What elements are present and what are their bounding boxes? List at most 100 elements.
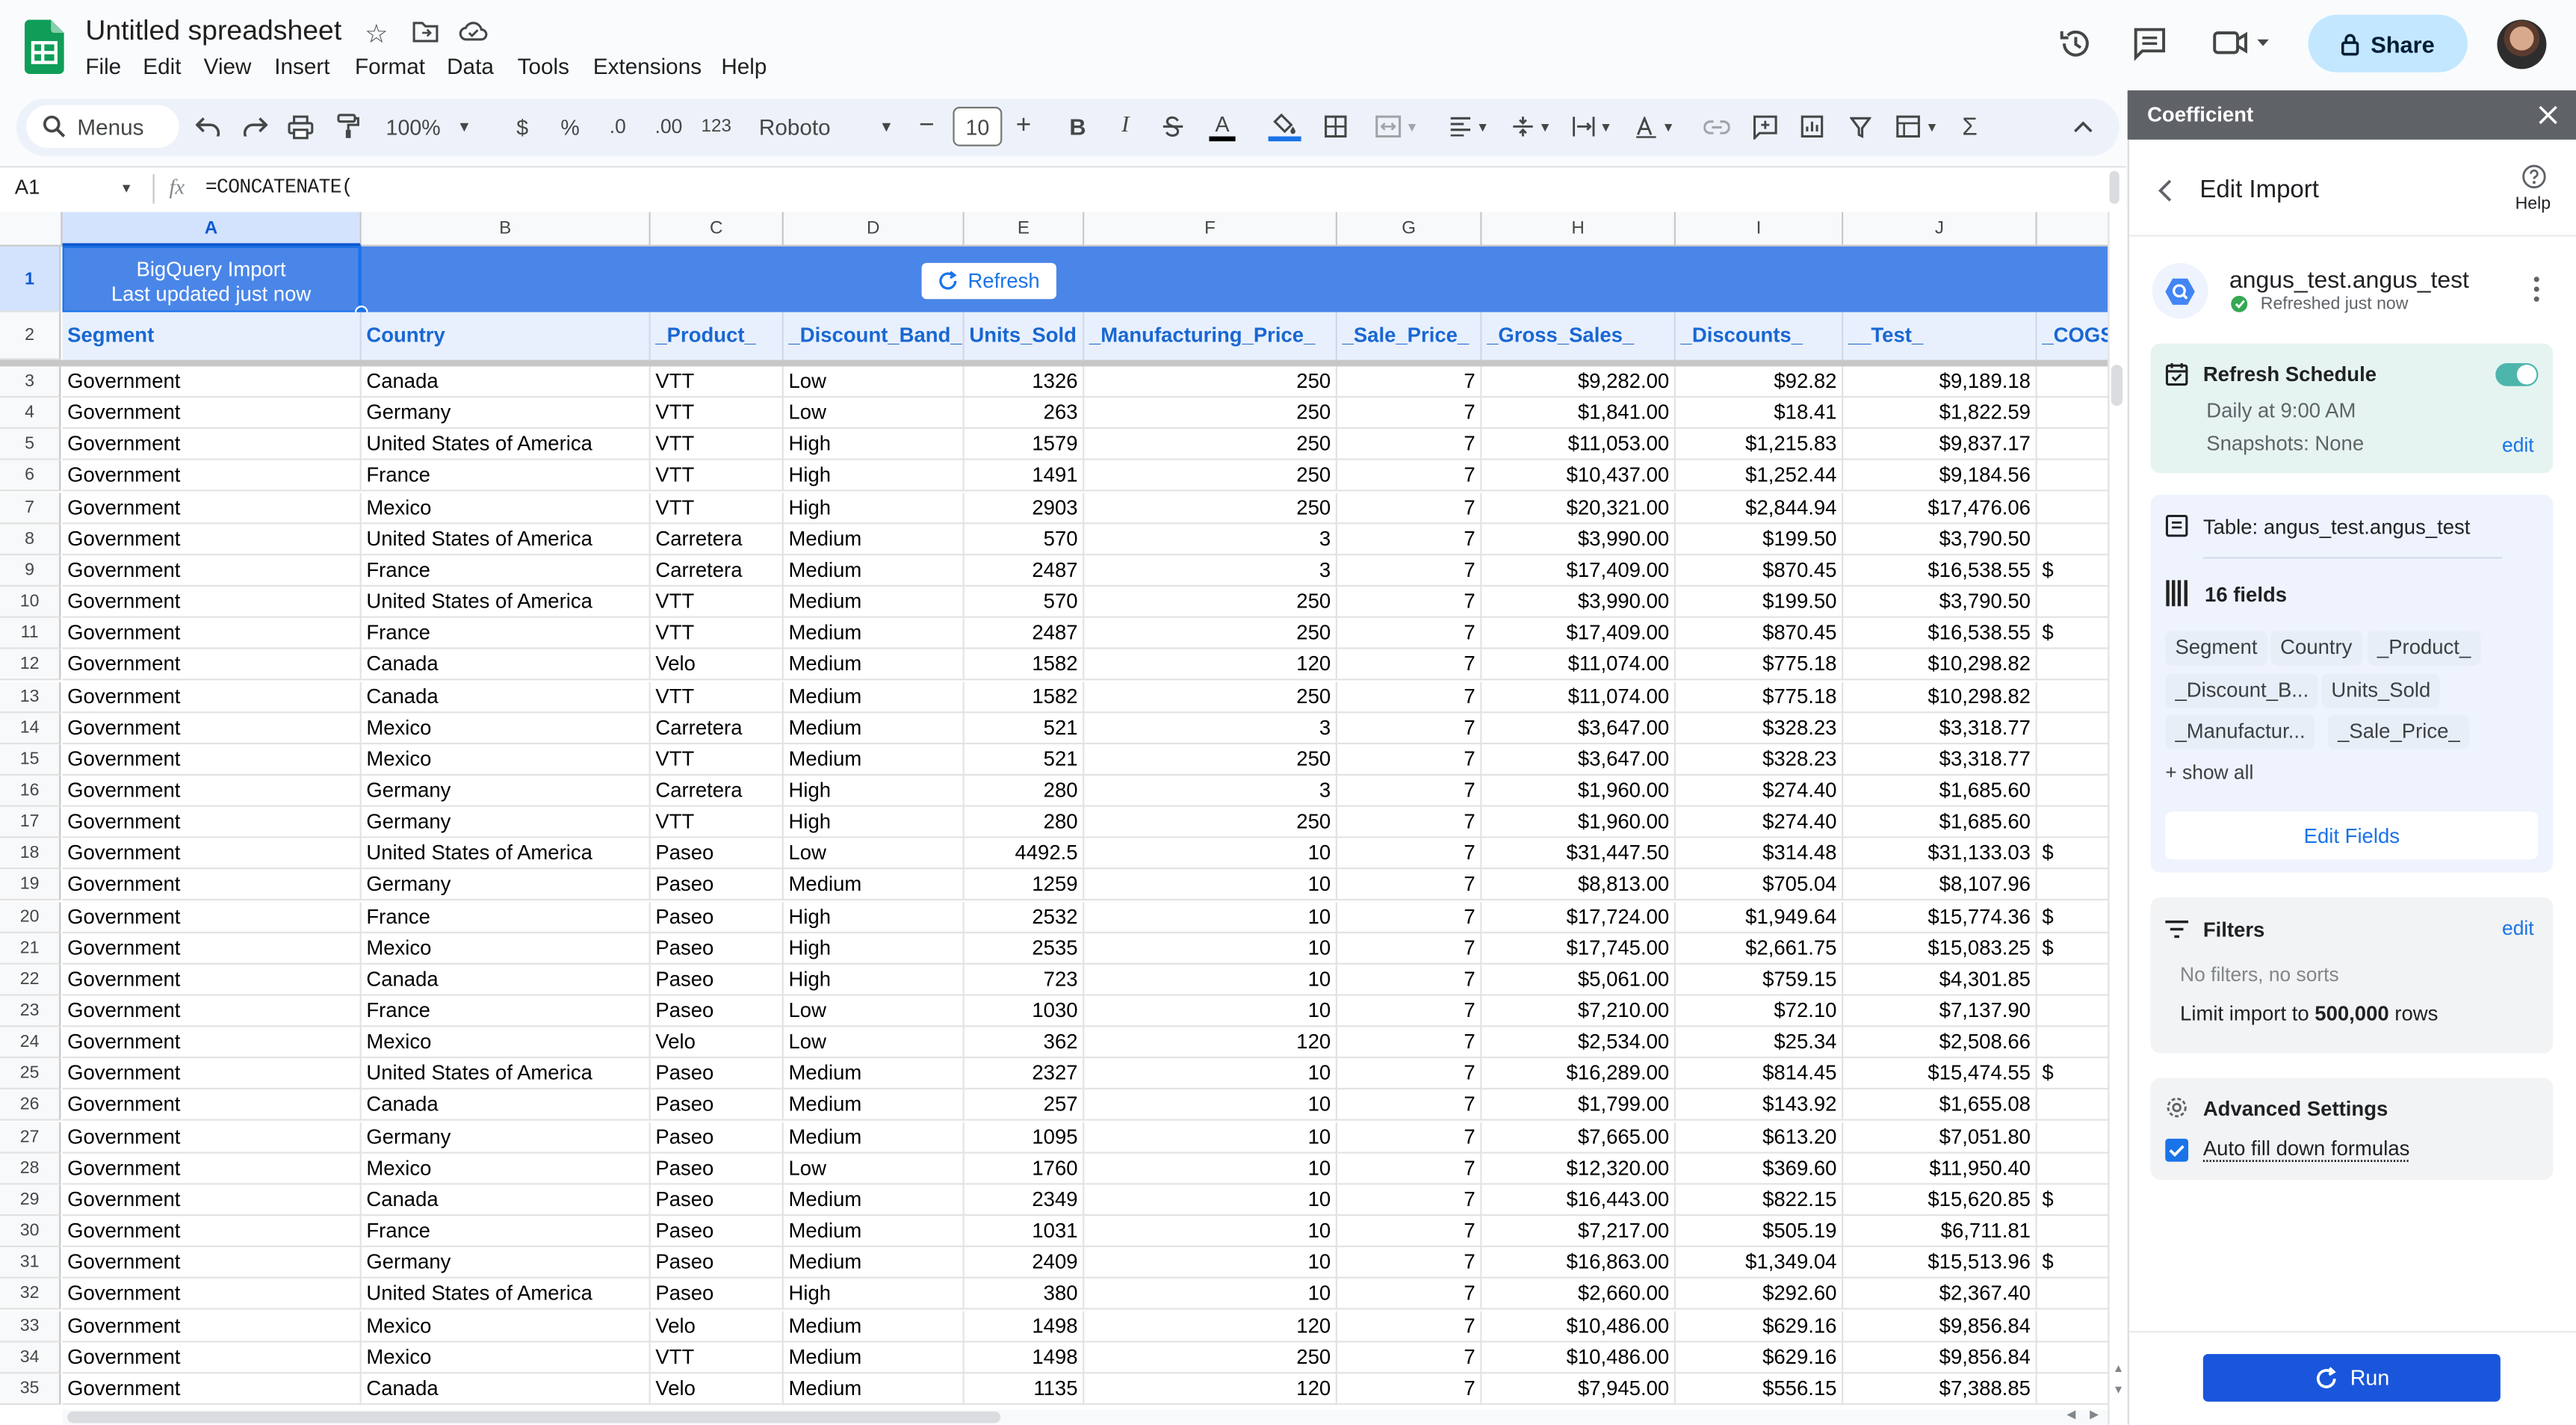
table-cell[interactable]: 723 xyxy=(964,964,1085,996)
table-cell[interactable]: $12,320.00 xyxy=(1481,1153,1676,1184)
table-cell[interactable]: $17,409.00 xyxy=(1481,555,1676,587)
table-cell[interactable]: Mexico xyxy=(361,744,651,776)
table-cell[interactable]: $10,486.00 xyxy=(1481,1341,1676,1373)
table-cell[interactable] xyxy=(2037,1027,2108,1059)
frozen-row-divider[interactable] xyxy=(0,359,2108,367)
table-cell[interactable]: Mexico xyxy=(361,1027,651,1059)
column-header[interactable]: H xyxy=(1481,211,1676,247)
filter-icon[interactable] xyxy=(1845,105,1874,148)
table-cell[interactable]: 1760 xyxy=(964,1153,1085,1184)
table-cell[interactable]: 1031 xyxy=(964,1216,1085,1248)
table-cell[interactable]: France xyxy=(361,460,651,492)
row-header[interactable]: 1 xyxy=(0,246,61,312)
table-cell[interactable]: Paseo xyxy=(650,1058,784,1090)
table-cell[interactable]: Medium xyxy=(783,1373,965,1405)
table-cell[interactable]: High xyxy=(783,429,965,461)
table-cell[interactable]: $759.15 xyxy=(1675,964,1844,996)
table-cell[interactable]: $ xyxy=(2037,555,2108,587)
table-cell[interactable]: $2,661.75 xyxy=(1675,933,1844,965)
table-cell[interactable]: 7 xyxy=(1337,1153,1482,1184)
redo-icon[interactable] xyxy=(238,105,271,148)
column-header[interactable] xyxy=(2037,211,2108,247)
more-options-icon[interactable] xyxy=(2533,276,2540,302)
table-cell[interactable]: VTT xyxy=(650,398,784,430)
table-cell[interactable]: $870.45 xyxy=(1675,618,1844,650)
table-cell[interactable]: Low xyxy=(783,1153,965,1184)
table-cell[interactable]: $6,711.81 xyxy=(1843,1216,2037,1248)
table-cell[interactable]: Paseo xyxy=(650,901,784,933)
table-cell[interactable]: High xyxy=(783,964,965,996)
table-cell[interactable] xyxy=(2037,996,2108,1027)
borders-icon[interactable] xyxy=(1321,105,1351,148)
table-cell[interactable]: Government xyxy=(62,806,362,838)
table-cell[interactable]: $369.60 xyxy=(1675,1153,1844,1184)
table-cell[interactable]: 120 xyxy=(1084,1027,1337,1059)
table-cell[interactable]: 250 xyxy=(1084,618,1337,650)
formula-input[interactable]: =CONCATENATE( xyxy=(205,176,353,199)
table-cell[interactable] xyxy=(2037,366,2108,398)
table-cell[interactable]: $5,061.00 xyxy=(1481,964,1676,996)
table-cell[interactable]: $775.18 xyxy=(1675,649,1844,681)
table-cell[interactable]: 570 xyxy=(964,587,1085,618)
table-cell[interactable]: Germany xyxy=(361,1247,651,1279)
table-cell[interactable]: Government xyxy=(62,1184,362,1217)
table-cell[interactable]: $1,655.08 xyxy=(1843,1089,2037,1122)
table-cell[interactable]: Paseo xyxy=(650,1153,784,1184)
meet-video-icon[interactable] xyxy=(2213,30,2272,56)
table-cell[interactable] xyxy=(2037,713,2108,744)
table-cell[interactable]: 250 xyxy=(1084,1341,1337,1373)
table-cell[interactable]: $8,107.96 xyxy=(1843,870,2037,901)
table-cell[interactable]: $16,538.55 xyxy=(1843,555,2037,587)
table-cell[interactable]: High xyxy=(783,492,965,524)
table-cell[interactable]: France xyxy=(361,1216,651,1248)
table-cell[interactable]: 257 xyxy=(964,1089,1085,1122)
table-cell[interactable]: $2,534.00 xyxy=(1481,1027,1676,1059)
table-cell[interactable] xyxy=(2037,1342,2108,1373)
table-cell[interactable]: 7 xyxy=(1337,901,1482,933)
table-cell[interactable]: 10 xyxy=(1084,1089,1337,1122)
table-cell[interactable]: $20,321.00 xyxy=(1481,492,1676,524)
table-cell[interactable]: $8,813.00 xyxy=(1481,870,1676,901)
table-cell[interactable]: $629.16 xyxy=(1675,1310,1844,1342)
table-cell[interactable]: 2535 xyxy=(964,933,1085,965)
table-cell[interactable]: High xyxy=(783,775,965,807)
field-chip[interactable]: Segment xyxy=(2165,631,2267,666)
table-cell[interactable]: Low xyxy=(783,1027,965,1059)
scroll-left-arrow-icon[interactable]: ◀ xyxy=(2066,1409,2075,1421)
table-cell[interactable]: 7 xyxy=(1337,806,1482,838)
scroll-up-arrow-icon[interactable]: ▲ xyxy=(2113,1364,2124,1375)
table-cell[interactable]: $7,051.80 xyxy=(1843,1122,2037,1153)
table-cell[interactable]: 2409 xyxy=(964,1247,1085,1279)
table-cell[interactable]: 10 xyxy=(1084,1058,1337,1090)
table-cell[interactable]: 1582 xyxy=(964,681,1085,713)
collapse-menus-icon[interactable] xyxy=(2069,105,2099,148)
print-icon[interactable] xyxy=(284,105,317,148)
table-cell[interactable]: Canada xyxy=(361,366,651,398)
table-cell[interactable]: 10 xyxy=(1084,870,1337,901)
table-cell[interactable] xyxy=(2037,870,2108,901)
table-cell[interactable]: $ xyxy=(2037,1247,2108,1279)
table-cell[interactable]: 1498 xyxy=(964,1310,1085,1342)
table-cell[interactable]: Government xyxy=(62,964,362,996)
table-cell[interactable]: Medium xyxy=(783,681,965,713)
table-cell[interactable]: $7,665.00 xyxy=(1481,1122,1676,1153)
table-cell[interactable]: 120 xyxy=(1084,649,1337,681)
table-cell[interactable]: 2327 xyxy=(964,1058,1085,1090)
decrease-font-size-button[interactable]: − xyxy=(914,105,940,148)
table-cell[interactable]: $274.40 xyxy=(1675,806,1844,838)
table-cell[interactable]: Paseo xyxy=(650,933,784,965)
table-cell[interactable]: Canada xyxy=(361,649,651,681)
table-cell[interactable]: 2487 xyxy=(964,555,1085,587)
table-cell[interactable]: Canada xyxy=(361,964,651,996)
table-cell[interactable]: 7 xyxy=(1337,1373,1482,1405)
table-cell[interactable]: Medium xyxy=(783,1089,965,1122)
version-history-icon[interactable] xyxy=(2058,26,2093,61)
table-cell[interactable]: Germany xyxy=(361,870,651,901)
table-cell[interactable]: $2,367.40 xyxy=(1843,1279,2037,1311)
table-cell[interactable]: $328.23 xyxy=(1675,744,1844,776)
table-cell[interactable]: Mexico xyxy=(361,1310,651,1342)
table-cell[interactable]: Velo xyxy=(650,1027,784,1059)
table-cell[interactable]: Paseo xyxy=(650,1247,784,1279)
table-cell[interactable] xyxy=(2037,1373,2108,1405)
table-cell[interactable]: Mexico xyxy=(361,492,651,524)
